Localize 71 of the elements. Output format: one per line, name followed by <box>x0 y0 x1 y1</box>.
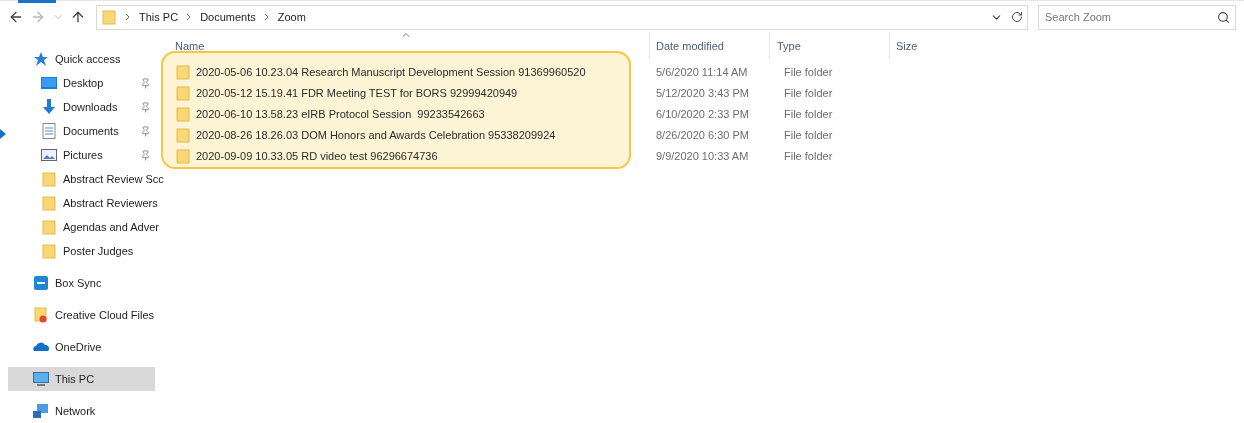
refresh-icon[interactable] <box>1011 11 1023 23</box>
folder-name[interactable]: 2020-05-06 10.23.04 Research Manuscript Development Session 91369960520 <box>196 65 586 78</box>
type-cell-text: File folder <box>783 107 834 120</box>
column-header[interactable]: Date modified <box>656 40 724 52</box>
chevron-icon <box>186 11 193 23</box>
column-header[interactable]: Size <box>896 40 918 52</box>
sidebar-item[interactable]: Abstract Review Scc <box>8 167 168 191</box>
document-icon <box>41 123 57 139</box>
folder-name[interactable]: 2020-08-26 18.26.03 DOM Honors and Awards Celebration 95338209924 <box>196 128 556 141</box>
monitor-icon <box>33 371 49 387</box>
sidebar-item[interactable]: Pictures <box>8 143 155 167</box>
folder-icon <box>175 84 191 101</box>
type-cell-text: File folder <box>783 149 834 162</box>
box-logo-icon <box>33 275 49 291</box>
folder-name[interactable]: 2020-05-12 15.19.41 FDR Meeting TEST for BORS 92999420949 <box>196 86 518 99</box>
folder-icon <box>41 243 57 259</box>
search-icon <box>1217 10 1230 24</box>
sidebar-item[interactable]: Abstract Reviewers <box>8 191 162 215</box>
sidebar-item[interactable]: OneDrive <box>8 335 155 359</box>
column-header[interactable]: Type <box>777 40 801 52</box>
folder-icon <box>175 147 191 164</box>
folder-icon <box>41 171 57 187</box>
back-icon[interactable] <box>8 9 24 25</box>
column-header[interactable]: Name <box>175 40 205 52</box>
pin-icon[interactable] <box>140 125 151 137</box>
folder-icon <box>41 195 57 211</box>
network-icon <box>33 403 49 419</box>
forward-icon[interactable] <box>30 9 46 25</box>
date-cell-text: 5/6/2020 11:14 AM <box>655 65 749 78</box>
date-cell-text: 8/26/2020 6:30 PM <box>655 128 750 141</box>
ribbon-tab-indicator <box>18 0 56 3</box>
folder-icon <box>41 219 57 235</box>
pin-icon[interactable] <box>140 101 151 113</box>
folder-icon <box>101 9 117 25</box>
date-cell-text: 6/10/2020 2:33 PM <box>655 107 750 120</box>
download-icon <box>41 99 57 115</box>
sidebar-item[interactable]: Agendas and Adver <box>8 215 164 239</box>
pin-icon[interactable] <box>140 77 151 89</box>
up-icon[interactable] <box>70 9 86 25</box>
pin-icon[interactable] <box>140 149 151 161</box>
sidebar-item[interactable]: Quick access <box>8 47 155 71</box>
breadcrumb-item[interactable]: This PC <box>139 11 179 23</box>
sidebar-item[interactable]: Desktop <box>8 71 155 95</box>
sidebar-item[interactable]: Documents <box>8 119 155 143</box>
sidebar-item[interactable]: Creative Cloud Files <box>8 303 159 327</box>
sidebar-item[interactable]: Poster Judges <box>8 239 155 263</box>
breadcrumb-item[interactable]: Documents <box>200 11 256 23</box>
sidebar-item[interactable]: This PC <box>8 367 155 391</box>
folder-icon <box>175 63 191 80</box>
type-cell-text: File folder <box>783 65 834 78</box>
folder-icon <box>175 126 191 143</box>
pictures-icon <box>41 147 57 163</box>
type-cell-text: File folder <box>783 86 834 99</box>
date-cell-text: 5/12/2020 3:43 PM <box>655 86 750 99</box>
search-field[interactable]: Search Zoom <box>1038 4 1236 30</box>
folder-icon <box>175 105 191 122</box>
sidebar-item[interactable]: Downloads <box>8 95 155 119</box>
breadcrumb-item[interactable]: Zoom <box>277 11 306 23</box>
address-bar[interactable]: This PC Documents Zoom <box>96 4 1028 30</box>
desktop-icon <box>41 75 57 91</box>
cloud-folder-icon <box>33 307 49 323</box>
chevron-icon <box>263 11 270 23</box>
date-cell-text: 9/9/2020 10:33 AM <box>655 149 750 162</box>
star-icon <box>33 51 49 67</box>
type-cell-text: File folder <box>783 128 834 141</box>
folder-name[interactable]: 2020-09-09 10.33.05 RD video test 96296674736 <box>196 149 438 162</box>
expand-arrow-icon <box>0 129 6 139</box>
folder-name[interactable]: 2020-06-10 13.58.23 eIRB Protocol Session 99233542663 <box>196 107 485 120</box>
sidebar-item[interactable]: Network <box>8 399 155 423</box>
chevron-icon <box>125 11 131 23</box>
sidebar-item[interactable]: Box Sync <box>8 271 155 295</box>
